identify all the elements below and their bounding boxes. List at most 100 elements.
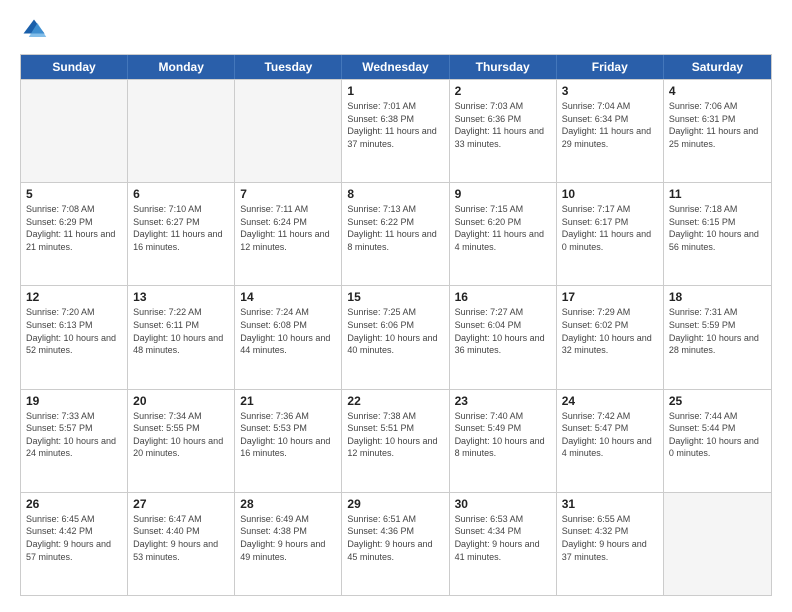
calendar-day-10: 10 Sunrise: 7:17 AM Sunset: 6:17 PM Dayli… bbox=[557, 183, 664, 285]
calendar-day-19: 19 Sunrise: 7:33 AM Sunset: 5:57 PM Dayli… bbox=[21, 390, 128, 492]
calendar-day-8: 8 Sunrise: 7:13 AM Sunset: 6:22 PM Daylig… bbox=[342, 183, 449, 285]
day-number: 12 bbox=[26, 290, 122, 304]
calendar-day-empty-4-6 bbox=[664, 493, 771, 595]
calendar-day-21: 21Sunrise: 7:36 AM Sunset: 5:53 PM Dayli… bbox=[235, 390, 342, 492]
day-number: 3 bbox=[562, 84, 658, 98]
day-number: 25 bbox=[669, 394, 766, 408]
day-info: Sunrise: 7:36 AM Sunset: 5:53 PM Dayligh… bbox=[240, 410, 336, 460]
weekday-header-thursday: Thursday bbox=[450, 55, 557, 79]
day-number: 29 bbox=[347, 497, 443, 511]
calendar-day-9: 9 Sunrise: 7:15 AM Sunset: 6:20 PM Daylig… bbox=[450, 183, 557, 285]
logo-icon bbox=[20, 16, 48, 44]
day-info: Sunrise: 7:01 AM Sunset: 6:38 PM Dayligh… bbox=[347, 100, 443, 150]
day-info: Sunrise: 7:33 AM Sunset: 5:57 PM Dayligh… bbox=[26, 410, 122, 460]
weekday-header-wednesday: Wednesday bbox=[342, 55, 449, 79]
day-info: Sunrise: 6:47 AM Sunset: 4:40 PM Dayligh… bbox=[133, 513, 229, 563]
calendar-day-30: 30 Sunrise: 6:53 AM Sunset: 4:34 PM Dayli… bbox=[450, 493, 557, 595]
calendar-row-2: 12 Sunrise: 7:20 AM Sunset: 6:13 PM Dayli… bbox=[21, 285, 771, 388]
day-number: 11 bbox=[669, 187, 766, 201]
calendar-day-29: 29 Sunrise: 6:51 AM Sunset: 4:36 PM Dayli… bbox=[342, 493, 449, 595]
calendar-day-4: 4 Sunrise: 7:06 AM Sunset: 6:31 PM Daylig… bbox=[664, 80, 771, 182]
day-number: 24 bbox=[562, 394, 658, 408]
calendar-day-16: 16Sunrise: 7:27 AM Sunset: 6:04 PM Dayli… bbox=[450, 286, 557, 388]
calendar-day-26: 26 Sunrise: 6:45 AM Sunset: 4:42 PM Dayli… bbox=[21, 493, 128, 595]
page: SundayMondayTuesdayWednesdayThursdayFrid… bbox=[0, 0, 792, 612]
day-info: Sunrise: 6:49 AM Sunset: 4:38 PM Dayligh… bbox=[240, 513, 336, 563]
calendar-day-1: 1 Sunrise: 7:01 AM Sunset: 6:38 PM Daylig… bbox=[342, 80, 449, 182]
day-info: Sunrise: 7:38 AM Sunset: 5:51 PM Dayligh… bbox=[347, 410, 443, 460]
day-info: Sunrise: 7:42 AM Sunset: 5:47 PM Dayligh… bbox=[562, 410, 658, 460]
calendar-row-3: 19 Sunrise: 7:33 AM Sunset: 5:57 PM Dayli… bbox=[21, 389, 771, 492]
day-number: 19 bbox=[26, 394, 122, 408]
day-number: 31 bbox=[562, 497, 658, 511]
day-info: Sunrise: 7:17 AM Sunset: 6:17 PM Dayligh… bbox=[562, 203, 658, 253]
calendar-day-28: 28 Sunrise: 6:49 AM Sunset: 4:38 PM Dayli… bbox=[235, 493, 342, 595]
day-info: Sunrise: 7:34 AM Sunset: 5:55 PM Dayligh… bbox=[133, 410, 229, 460]
calendar-day-27: 27 Sunrise: 6:47 AM Sunset: 4:40 PM Dayli… bbox=[128, 493, 235, 595]
day-number: 26 bbox=[26, 497, 122, 511]
calendar-day-3: 3Sunrise: 7:04 AM Sunset: 6:34 PM Daylig… bbox=[557, 80, 664, 182]
day-info: Sunrise: 6:55 AM Sunset: 4:32 PM Dayligh… bbox=[562, 513, 658, 563]
day-number: 23 bbox=[455, 394, 551, 408]
day-info: Sunrise: 7:10 AM Sunset: 6:27 PM Dayligh… bbox=[133, 203, 229, 253]
day-number: 16 bbox=[455, 290, 551, 304]
calendar-day-22: 22 Sunrise: 7:38 AM Sunset: 5:51 PM Dayli… bbox=[342, 390, 449, 492]
day-info: Sunrise: 7:15 AM Sunset: 6:20 PM Dayligh… bbox=[455, 203, 551, 253]
day-info: Sunrise: 7:08 AM Sunset: 6:29 PM Dayligh… bbox=[26, 203, 122, 253]
calendar-day-empty-0-0 bbox=[21, 80, 128, 182]
calendar-day-7: 7 Sunrise: 7:11 AM Sunset: 6:24 PM Daylig… bbox=[235, 183, 342, 285]
calendar-day-12: 12 Sunrise: 7:20 AM Sunset: 6:13 PM Dayli… bbox=[21, 286, 128, 388]
calendar-day-13: 13 Sunrise: 7:22 AM Sunset: 6:11 PM Dayli… bbox=[128, 286, 235, 388]
calendar-day-23: 23Sunrise: 7:40 AM Sunset: 5:49 PM Dayli… bbox=[450, 390, 557, 492]
day-number: 7 bbox=[240, 187, 336, 201]
day-number: 4 bbox=[669, 84, 766, 98]
day-info: Sunrise: 7:06 AM Sunset: 6:31 PM Dayligh… bbox=[669, 100, 766, 150]
day-info: Sunrise: 7:13 AM Sunset: 6:22 PM Dayligh… bbox=[347, 203, 443, 253]
calendar-day-empty-0-1 bbox=[128, 80, 235, 182]
weekday-header-sunday: Sunday bbox=[21, 55, 128, 79]
calendar-row-1: 5 Sunrise: 7:08 AM Sunset: 6:29 PM Daylig… bbox=[21, 182, 771, 285]
day-number: 18 bbox=[669, 290, 766, 304]
day-number: 10 bbox=[562, 187, 658, 201]
calendar-day-31: 31 Sunrise: 6:55 AM Sunset: 4:32 PM Dayli… bbox=[557, 493, 664, 595]
day-number: 8 bbox=[347, 187, 443, 201]
header bbox=[20, 16, 772, 44]
day-info: Sunrise: 7:18 AM Sunset: 6:15 PM Dayligh… bbox=[669, 203, 766, 253]
day-info: Sunrise: 7:25 AM Sunset: 6:06 PM Dayligh… bbox=[347, 306, 443, 356]
day-info: Sunrise: 7:11 AM Sunset: 6:24 PM Dayligh… bbox=[240, 203, 336, 253]
day-number: 1 bbox=[347, 84, 443, 98]
calendar-header: SundayMondayTuesdayWednesdayThursdayFrid… bbox=[21, 55, 771, 79]
weekday-header-saturday: Saturday bbox=[664, 55, 771, 79]
calendar-day-5: 5 Sunrise: 7:08 AM Sunset: 6:29 PM Daylig… bbox=[21, 183, 128, 285]
day-number: 22 bbox=[347, 394, 443, 408]
calendar-day-24: 24 Sunrise: 7:42 AM Sunset: 5:47 PM Dayli… bbox=[557, 390, 664, 492]
weekday-header-tuesday: Tuesday bbox=[235, 55, 342, 79]
day-number: 20 bbox=[133, 394, 229, 408]
day-number: 30 bbox=[455, 497, 551, 511]
logo bbox=[20, 16, 52, 44]
day-info: Sunrise: 7:22 AM Sunset: 6:11 PM Dayligh… bbox=[133, 306, 229, 356]
day-info: Sunrise: 7:31 AM Sunset: 5:59 PM Dayligh… bbox=[669, 306, 766, 356]
day-number: 9 bbox=[455, 187, 551, 201]
calendar-day-6: 6Sunrise: 7:10 AM Sunset: 6:27 PM Daylig… bbox=[128, 183, 235, 285]
day-info: Sunrise: 7:20 AM Sunset: 6:13 PM Dayligh… bbox=[26, 306, 122, 356]
calendar: SundayMondayTuesdayWednesdayThursdayFrid… bbox=[20, 54, 772, 596]
day-number: 15 bbox=[347, 290, 443, 304]
day-number: 2 bbox=[455, 84, 551, 98]
day-number: 5 bbox=[26, 187, 122, 201]
day-info: Sunrise: 7:44 AM Sunset: 5:44 PM Dayligh… bbox=[669, 410, 766, 460]
day-number: 13 bbox=[133, 290, 229, 304]
day-info: Sunrise: 6:45 AM Sunset: 4:42 PM Dayligh… bbox=[26, 513, 122, 563]
calendar-body: 1 Sunrise: 7:01 AM Sunset: 6:38 PM Daylig… bbox=[21, 79, 771, 595]
day-info: Sunrise: 7:24 AM Sunset: 6:08 PM Dayligh… bbox=[240, 306, 336, 356]
day-info: Sunrise: 6:53 AM Sunset: 4:34 PM Dayligh… bbox=[455, 513, 551, 563]
calendar-row-0: 1 Sunrise: 7:01 AM Sunset: 6:38 PM Daylig… bbox=[21, 79, 771, 182]
day-info: Sunrise: 6:51 AM Sunset: 4:36 PM Dayligh… bbox=[347, 513, 443, 563]
day-number: 17 bbox=[562, 290, 658, 304]
calendar-day-17: 17Sunrise: 7:29 AM Sunset: 6:02 PM Dayli… bbox=[557, 286, 664, 388]
calendar-day-2: 2 Sunrise: 7:03 AM Sunset: 6:36 PM Daylig… bbox=[450, 80, 557, 182]
day-info: Sunrise: 7:03 AM Sunset: 6:36 PM Dayligh… bbox=[455, 100, 551, 150]
day-number: 28 bbox=[240, 497, 336, 511]
day-number: 27 bbox=[133, 497, 229, 511]
calendar-day-empty-0-2 bbox=[235, 80, 342, 182]
